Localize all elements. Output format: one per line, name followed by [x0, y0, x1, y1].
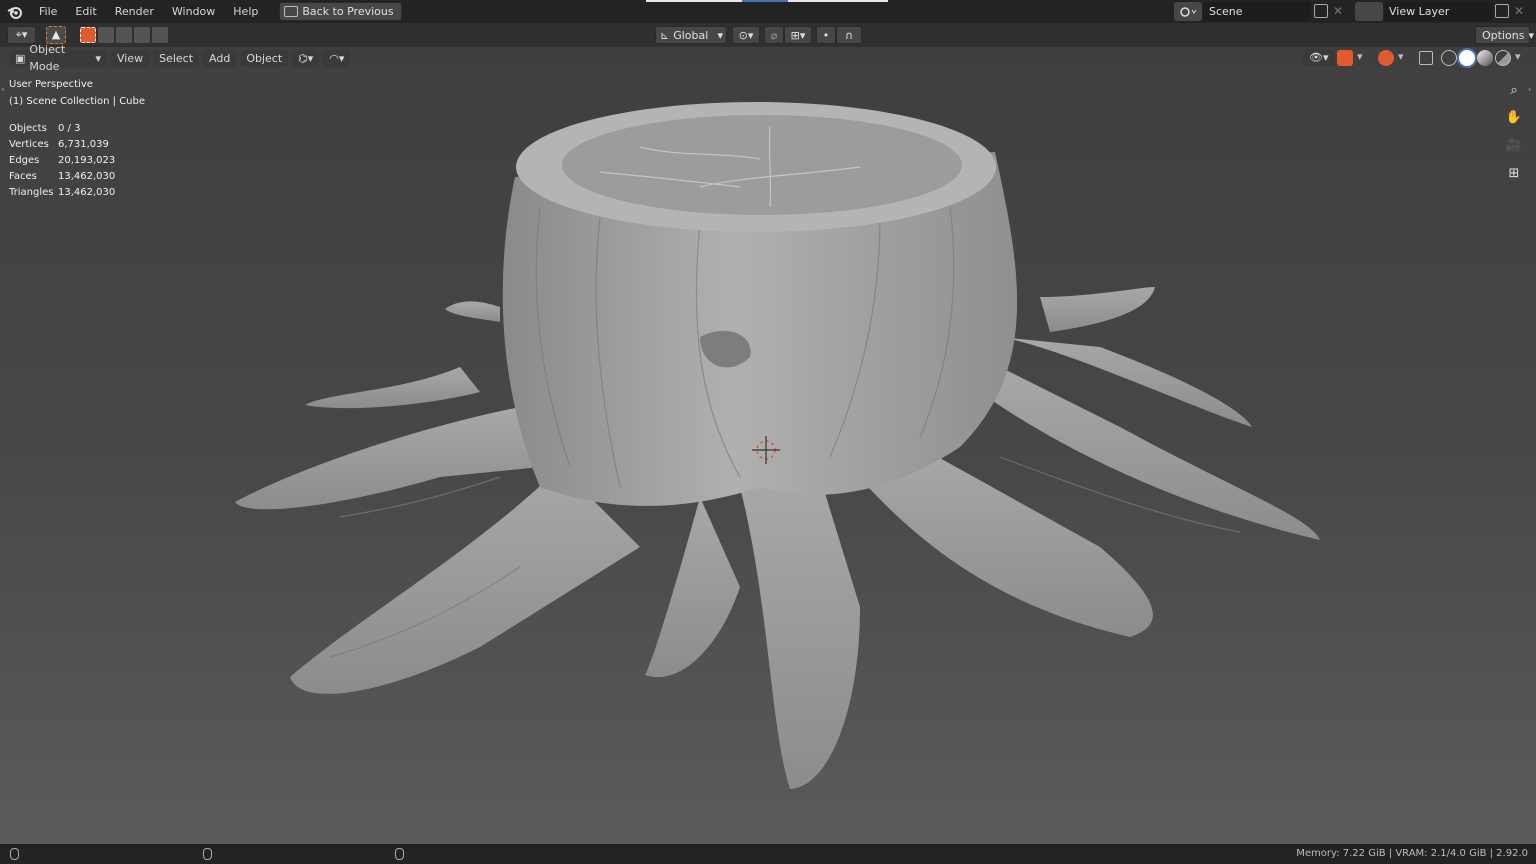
- snap-toggle[interactable]: ⌀: [764, 26, 784, 44]
- tree-stump-mesh[interactable]: [0, 47, 1536, 844]
- options-chevron-icon: ▾: [1528, 28, 1534, 42]
- options-label: Options: [1482, 28, 1525, 42]
- back-to-previous-button[interactable]: Back to Previous: [279, 2, 402, 21]
- pan-hand-icon[interactable]: ✋: [1503, 106, 1525, 128]
- menu-edit[interactable]: Edit: [66, 0, 105, 23]
- workspace-tabs[interactable]: [646, 0, 888, 2]
- close-view-layer-icon[interactable]: ✕: [1514, 4, 1524, 18]
- back-arrow-icon: [284, 6, 299, 17]
- menu-help[interactable]: Help: [224, 0, 267, 23]
- select-mode-invert-icon[interactable]: [134, 27, 150, 43]
- orthographic-grid-icon[interactable]: ⊞: [1503, 162, 1525, 184]
- status-bar: Memory: 7.22 GiB | VRAM: 2.1/4.0 GiB | 2…: [0, 844, 1536, 864]
- new-scene-icon[interactable]: [1314, 4, 1328, 18]
- tool-settings-bar: ⌖▾ ▲ ⊾ Global ▾ ⊙▾ ⌀ ⊞▾ • ∩ Options ▾: [0, 23, 1536, 47]
- menu-window[interactable]: Window: [163, 0, 224, 23]
- chevron-down-icon: ▾: [717, 28, 723, 42]
- options-dropdown[interactable]: Options ▾: [1475, 26, 1534, 44]
- stump-cut-surface: [562, 115, 962, 215]
- scene-selector-icon[interactable]: [1174, 2, 1202, 21]
- camera-view-icon[interactable]: 🎥: [1503, 134, 1525, 156]
- view-layer-field[interactable]: View Layer: [1384, 2, 1492, 21]
- sidebar-expand-icon[interactable]: ‹: [1528, 85, 1532, 95]
- scene-name-field[interactable]: Scene: [1203, 2, 1311, 21]
- menu-render[interactable]: Render: [106, 0, 163, 23]
- mouse-middle-icon: [203, 848, 212, 860]
- zoom-icon[interactable]: ⌕: [1503, 79, 1525, 101]
- select-mode-intersect-icon[interactable]: [152, 27, 168, 43]
- snap-target-dropdown[interactable]: ⊞▾: [784, 26, 812, 44]
- select-mode-extend-icon[interactable]: [98, 27, 114, 43]
- 3d-viewport[interactable]: ▣ Object Mode ▾ View Select Add Object ⌬…: [0, 43, 1536, 844]
- scene-name: Scene: [1209, 5, 1243, 18]
- new-view-layer-icon[interactable]: [1495, 4, 1509, 18]
- transform-orientation-dropdown[interactable]: ⊾ Global ▾: [655, 26, 727, 44]
- orientation-axis-icon: ⊾: [660, 28, 670, 42]
- mouse-right-icon: [395, 848, 404, 860]
- close-scene-icon[interactable]: ✕: [1333, 4, 1343, 18]
- view-layer-name: View Layer: [1389, 5, 1450, 18]
- orientation-label: Global: [673, 28, 709, 42]
- menu-file[interactable]: File: [30, 0, 66, 23]
- active-workspace-tab[interactable]: [742, 0, 788, 2]
- proportional-falloff-dropdown[interactable]: ∩: [836, 26, 862, 44]
- proportional-editing-toggle[interactable]: •: [816, 26, 836, 44]
- pivot-point-dropdown[interactable]: ⊙▾: [732, 26, 760, 44]
- view-layer-selector-icon[interactable]: [1355, 2, 1383, 21]
- memory-status: Memory: 7.22 GiB | VRAM: 2.1/4.0 GiB | 2…: [1296, 848, 1528, 859]
- mouse-left-icon: [10, 848, 19, 860]
- select-mode-subtract-icon[interactable]: [116, 27, 132, 43]
- blender-logo-icon[interactable]: [0, 0, 30, 23]
- back-to-previous-label: Back to Previous: [302, 5, 394, 18]
